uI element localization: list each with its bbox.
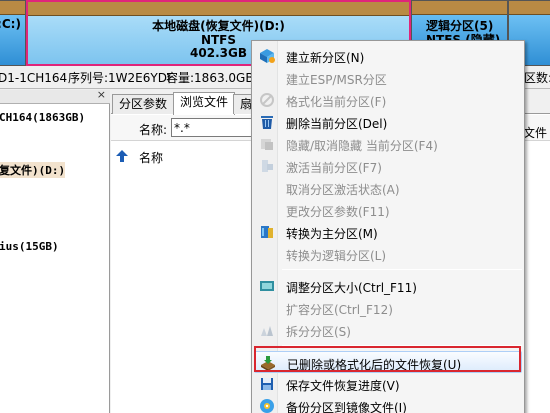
disk-serial: 序列号:1W2E6YDF (68, 71, 174, 85)
new-partition-icon (260, 49, 275, 63)
menu-item-format[interactable]: 格式化当前分区(F) (254, 89, 522, 111)
partition-c-label: :C:) (0, 17, 21, 31)
disk-tree-panel: × CH164(1863GB) 复文件)(D:) ius(15GB) (0, 88, 110, 413)
menu-item-split[interactable]: 拆分分区(S) (254, 319, 522, 341)
trash-icon (261, 116, 273, 129)
up-folder-icon[interactable] (116, 150, 128, 162)
column-file[interactable]: 文件 (523, 124, 547, 141)
backup-icon (260, 399, 274, 413)
menu-item-activate[interactable]: 激活当前分区(F7) (254, 155, 522, 177)
menu-item-expand[interactable]: 扩容分区(Ctrl_F12) (254, 297, 522, 319)
activate-icon (262, 160, 273, 172)
highlight-annotation-box (254, 346, 521, 372)
split-icon (261, 326, 273, 336)
tree-item-disk[interactable]: CH164(1863GB) (0, 111, 85, 124)
name-filter-input[interactable] (171, 118, 261, 137)
menu-item-backup-image[interactable]: 备份分区到镜像文件(I) (254, 395, 522, 413)
menu-separator (282, 269, 522, 270)
menu-item-save-progress[interactable]: 保存文件恢复进度(V) (254, 373, 522, 395)
hide-icon (261, 139, 273, 150)
partition-c[interactable]: :C:) (0, 0, 26, 66)
disk-model: D1-1CH164 (0, 71, 68, 85)
disk-sectors: 区数: (524, 71, 550, 85)
menu-item-convert-primary[interactable]: 转换为主分区(M) (254, 221, 522, 243)
menu-item-resize[interactable]: 调整分区大小(Ctrl_F11) (254, 275, 522, 297)
menu-item-deactivate[interactable]: 取消分区激活状态(A) (254, 177, 522, 199)
menu-item-change-params[interactable]: 更改分区参数(F11) (254, 199, 522, 221)
close-icon[interactable]: × (97, 88, 106, 101)
menu-item-new-partition[interactable]: 建立新分区(N) (254, 45, 522, 67)
menu-item-delete[interactable]: 删除当前分区(Del) (254, 111, 522, 133)
menu-item-hide[interactable]: 隐藏/取消隐藏 当前分区(F4) (254, 133, 522, 155)
tree-panel-header: × (0, 88, 110, 104)
partition-d-label: 本地磁盘(恢复文件)(D:) (152, 19, 285, 33)
save-icon (261, 378, 273, 390)
menu-item-esp-msr[interactable]: 建立ESP/MSR分区 (254, 67, 522, 89)
tree-item-partition-d[interactable]: 复文件)(D:) (0, 162, 66, 178)
column-name[interactable]: 名称 (139, 149, 163, 166)
format-icon (260, 93, 274, 107)
tab-partition-params[interactable]: 分区参数 (112, 94, 175, 114)
disk-capacity: 容量:1863.0GB( (166, 71, 259, 85)
name-filter-label: 名称: (139, 123, 168, 137)
resize-icon (260, 281, 274, 291)
partition-logical-5-label: 逻辑分区(5) (426, 19, 494, 33)
tree-item-disk-2[interactable]: ius(15GB) (0, 240, 59, 253)
convert-primary-icon (261, 226, 273, 238)
tab-browse-files[interactable]: 浏览文件 (173, 92, 236, 115)
menu-item-convert-logical[interactable]: 转换为逻辑分区(L) (254, 243, 522, 265)
